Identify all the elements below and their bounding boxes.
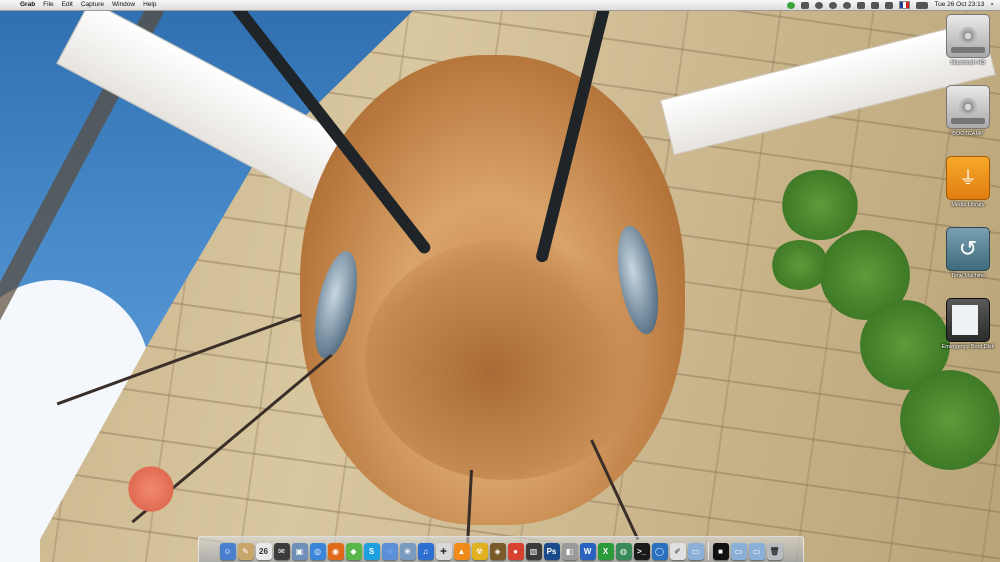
app-icon[interactable]: ◈: [489, 543, 506, 560]
evernote-icon[interactable]: [787, 1, 796, 9]
ichat-icon[interactable]: ◌: [381, 543, 398, 560]
downloads-folder-icon[interactable]: ▭: [748, 543, 765, 560]
bluetooth-icon[interactable]: [857, 1, 866, 9]
preview-icon[interactable]: ▣: [291, 543, 308, 560]
menu-file[interactable]: File: [43, 0, 53, 10]
excel-icon[interactable]: X: [597, 543, 614, 560]
chrome-icon[interactable]: ●: [507, 543, 524, 560]
apple-menu-icon[interactable]: [5, 0, 15, 10]
photoshop-icon[interactable]: Ps: [543, 543, 560, 560]
desktop-icon-label: BOOTCAMP: [952, 131, 984, 137]
dock-separator: [707, 542, 709, 560]
desktop-icon-label: Emergency Boot Disk: [941, 344, 995, 350]
black-app-icon[interactable]: ■: [712, 543, 729, 560]
trash-icon[interactable]: 🗑: [766, 543, 783, 560]
dock: ☺ ✎ 26 ✉ ▣ ◎ ◉ ◆ S ◌ ❀ ♫ ✚ ▲ ☢ ◈ ● ▧ Ps ◧ W X ◍ >_ ◯ ✐ ▭ ■ ▭ ▭ 🗑: [198, 536, 804, 562]
status-menus: Tue 26 Oct 23:13 ⌕: [787, 0, 994, 10]
flag-icon[interactable]: [899, 1, 911, 9]
ical-icon[interactable]: 26: [255, 543, 272, 560]
menu-window[interactable]: Window: [112, 0, 135, 10]
notes-icon[interactable]: ✎: [237, 543, 254, 560]
adium-icon[interactable]: ◆: [345, 543, 362, 560]
hard-drive-icon: [946, 85, 990, 129]
mail-stamp-icon[interactable]: ✉: [273, 543, 290, 560]
desktop-icon-time-machine[interactable]: ↺ Time Machine: [938, 227, 998, 279]
photo-app-icon[interactable]: ▧: [525, 543, 542, 560]
time-machine-icon: ↺: [946, 227, 990, 271]
documents-folder-icon[interactable]: ▭: [730, 543, 747, 560]
hard-drive-icon: [946, 14, 990, 58]
disk-image-icon: [946, 298, 990, 342]
word-icon[interactable]: W: [579, 543, 596, 560]
utility-icon[interactable]: ✚: [435, 543, 452, 560]
menubar-clock[interactable]: Tue 26 Oct 23:13: [934, 0, 984, 10]
script-icon[interactable]: [801, 1, 810, 9]
desktop-icon-label: Macintosh HD: [950, 60, 986, 66]
desktop-icon-bootcamp[interactable]: BOOTCAMP: [938, 85, 998, 137]
app-menu-grab[interactable]: Grab: [20, 0, 35, 10]
menu-help[interactable]: Help: [143, 0, 156, 10]
desktop-icon-media-library[interactable]: ⏚ Media Library: [938, 156, 998, 208]
menu-capture[interactable]: Capture: [81, 0, 104, 10]
terminal-icon[interactable]: >_: [633, 543, 650, 560]
menu-bar: Grab File Edit Capture Window Help Tue 2…: [0, 0, 1000, 11]
applications-folder-icon[interactable]: ▭: [687, 543, 704, 560]
sync-icon[interactable]: [815, 1, 824, 9]
usb-drive-icon: ⏚: [946, 156, 990, 200]
finder-icon[interactable]: ☺: [219, 543, 236, 560]
warning-icon[interactable]: ☢: [471, 543, 488, 560]
desktop-icon-label: Time Machine: [950, 273, 986, 279]
red-flower: [128, 460, 174, 518]
vlc-icon[interactable]: ▲: [453, 543, 470, 560]
textedit-icon[interactable]: ✐: [669, 543, 686, 560]
skype-icon[interactable]: S: [363, 543, 380, 560]
spotlight-icon[interactable]: ⌕: [990, 0, 994, 10]
desktop-icon-macintosh-hd[interactable]: Macintosh HD: [938, 14, 998, 66]
time-machine-icon[interactable]: [843, 1, 852, 9]
activity-monitor-icon[interactable]: ◍: [615, 543, 632, 560]
volume-icon[interactable]: [885, 1, 894, 9]
desktop-wallpaper: [0, 0, 1000, 562]
battery-icon[interactable]: [916, 1, 929, 9]
desktop-icon-label: Media Library: [951, 202, 985, 208]
desktop-icon-emergency-boot-disk[interactable]: Emergency Boot Disk: [938, 298, 998, 350]
menu-list: Grab File Edit Capture Window Help: [20, 0, 156, 10]
app-store-icon[interactable]: ◯: [651, 543, 668, 560]
wifi-icon[interactable]: [871, 1, 880, 9]
menu-edit[interactable]: Edit: [62, 0, 73, 10]
iphoto-icon[interactable]: ❀: [399, 543, 416, 560]
grab-icon[interactable]: ◧: [561, 543, 578, 560]
itunes-icon[interactable]: ♫: [417, 543, 434, 560]
growl-icon[interactable]: [829, 1, 838, 9]
firefox-icon[interactable]: ◉: [327, 543, 344, 560]
safari-icon[interactable]: ◎: [309, 543, 326, 560]
